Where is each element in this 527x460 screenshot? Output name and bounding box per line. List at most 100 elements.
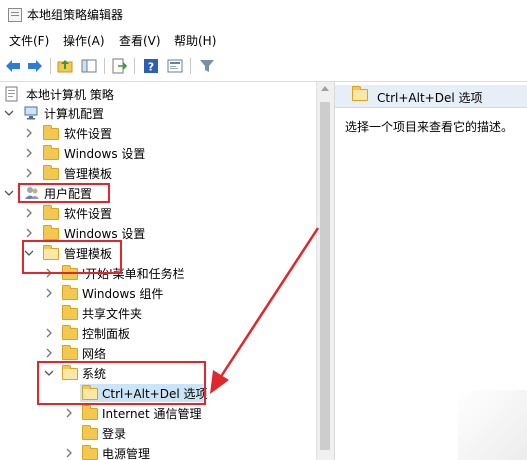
tree-label-uc-admin: 管理模板: [64, 247, 113, 261]
title-bar: 本地组策略编辑器: [0, 0, 527, 28]
tree-label-start-menu: '开始'菜单和任务栏: [82, 267, 185, 281]
tree-label-uc-software: 软件设置: [64, 207, 113, 221]
folder-icon: [43, 145, 59, 160]
chevron-right-icon[interactable]: [64, 408, 74, 418]
tree-node-cc-windows[interactable]: Windows 设置: [24, 144, 304, 162]
tree-label-ctrl-alt-del: Ctrl+Alt+Del 选项: [102, 387, 208, 401]
tree-label-logon: 登录: [102, 427, 127, 441]
tree-label-shared-folders: 共享文件夹: [82, 307, 143, 321]
tree-label-power: 电源管理: [102, 447, 151, 460]
chevron-right-icon[interactable]: [44, 328, 54, 338]
tree-label-cc-admin: 管理模板: [64, 167, 113, 181]
tree-node-ctrl-alt-del[interactable]: Ctrl+Alt+Del 选项: [80, 384, 208, 402]
tree-node-user-config[interactable]: 用户配置: [4, 184, 304, 202]
tree-node-start-menu[interactable]: '开始'菜单和任务栏: [44, 264, 304, 282]
filter-icon[interactable]: [198, 57, 216, 75]
menu-action[interactable]: 操作(A): [63, 32, 105, 49]
toolbar: ?: [0, 51, 527, 82]
chevron-right-icon[interactable]: [24, 228, 34, 238]
properties-icon[interactable]: [166, 57, 184, 75]
tree-label-windows-components: Windows 组件: [82, 287, 164, 301]
back-arrow-icon[interactable]: [4, 57, 22, 75]
user-icon: [25, 187, 39, 199]
up-folder-icon[interactable]: [56, 57, 74, 75]
chevron-right-icon[interactable]: [44, 288, 54, 298]
folder-icon: [62, 285, 78, 300]
export-list-icon[interactable]: [110, 57, 128, 75]
tree-node-control-panel[interactable]: 控制面板: [44, 324, 304, 342]
folder-icon: [43, 225, 59, 240]
folder-icon: [43, 205, 59, 220]
chevron-right-icon[interactable]: [24, 148, 34, 158]
tree-node-system[interactable]: 系统: [44, 364, 304, 382]
folder-open-icon: [62, 365, 78, 380]
policy-document-icon: [5, 86, 18, 102]
help-icon[interactable]: ?: [142, 57, 160, 75]
tree-scrollbar[interactable]: [316, 82, 334, 460]
chevron-down-icon[interactable]: [4, 108, 14, 118]
folder-open-icon: [43, 245, 59, 260]
tree-pane: 本地计算机 策略 计算机配置 软件设置 Windows 设置 管理模板 用户配置…: [0, 82, 316, 460]
detail-header: Ctrl+Alt+Del 选项: [335, 85, 527, 108]
tree-label-cc-windows: Windows 设置: [64, 147, 146, 161]
tree-label-root: 本地计算机 策略: [26, 88, 114, 102]
toolbar-separator: [104, 58, 105, 74]
folder-icon: [62, 325, 78, 340]
window-title: 本地组策略编辑器: [27, 8, 124, 22]
tree-node-uc-admin[interactable]: 管理模板: [24, 244, 304, 262]
menu-bar: 文件(F) 操作(A) 查看(V) 帮助(H): [0, 28, 527, 51]
chevron-right-icon[interactable]: [64, 448, 74, 458]
chevron-down-icon[interactable]: [44, 368, 54, 378]
folder-icon: [82, 405, 98, 420]
toolbar-separator: [50, 58, 51, 74]
tree-label-user-config: 用户配置: [44, 187, 93, 201]
detail-title: Ctrl+Alt+Del 选项: [377, 91, 483, 105]
toolbar-separator: [190, 58, 191, 74]
corner-shadow: [458, 390, 527, 460]
tree-node-cc-software[interactable]: 软件设置: [24, 124, 304, 142]
folder-icon: [62, 265, 78, 280]
chevron-right-icon[interactable]: [44, 268, 54, 278]
tree-node-logon[interactable]: 登录: [64, 424, 304, 442]
menu-view[interactable]: 查看(V): [119, 32, 161, 49]
tree-node-power[interactable]: 电源管理: [64, 444, 304, 460]
folder-icon: [43, 165, 59, 180]
tree-node-network[interactable]: 网络: [44, 344, 304, 362]
tree-node-cc-admin[interactable]: 管理模板: [24, 164, 304, 182]
chevron-down-icon[interactable]: [4, 188, 14, 198]
computer-icon: [24, 106, 38, 120]
tree-node-uc-software[interactable]: 软件设置: [24, 204, 304, 222]
forward-arrow-icon[interactable]: [26, 57, 44, 75]
gpedit-app-icon: [8, 8, 22, 22]
folder-icon: [43, 125, 59, 140]
folder-open-icon: [352, 86, 368, 101]
folder-icon: [82, 445, 98, 460]
tree-node-computer-config[interactable]: 计算机配置: [4, 104, 304, 122]
menu-help[interactable]: 帮助(H): [174, 32, 216, 49]
tree-label-system: 系统: [82, 367, 107, 381]
tree-node-shared-folders[interactable]: 共享文件夹: [44, 304, 304, 322]
toolbar-separator: [134, 58, 135, 74]
show-hide-tree-icon[interactable]: [80, 57, 98, 75]
svg-text:?: ?: [148, 61, 154, 74]
tree-label-control-panel: 控制面板: [82, 327, 131, 341]
chevron-right-icon[interactable]: [24, 208, 34, 218]
tree-node-internet-comm[interactable]: Internet 通信管理: [64, 404, 304, 422]
chevron-right-icon[interactable]: [24, 128, 34, 138]
tree-label-uc-windows: Windows 设置: [64, 227, 146, 241]
tree-node-windows-components[interactable]: Windows 组件: [44, 284, 304, 302]
chevron-right-icon[interactable]: [44, 348, 54, 358]
tree-node-root[interactable]: 本地计算机 策略: [5, 85, 305, 103]
folder-open-icon: [82, 385, 98, 400]
chevron-right-icon[interactable]: [24, 168, 34, 178]
tree-node-uc-windows[interactable]: Windows 设置: [24, 224, 304, 242]
tree-label-network: 网络: [82, 347, 107, 361]
scrollbar-thumb[interactable]: [320, 102, 330, 450]
tree-label-cc-software: 软件设置: [64, 127, 113, 141]
chevron-down-icon[interactable]: [24, 248, 34, 258]
detail-description: 选择一个项目来查看它的描述。: [345, 120, 514, 134]
tree-label-internet-comm: Internet 通信管理: [102, 407, 202, 421]
scroll-up-arrow-icon[interactable]: [321, 86, 329, 91]
folder-icon: [62, 345, 78, 360]
menu-file[interactable]: 文件(F): [9, 32, 49, 49]
